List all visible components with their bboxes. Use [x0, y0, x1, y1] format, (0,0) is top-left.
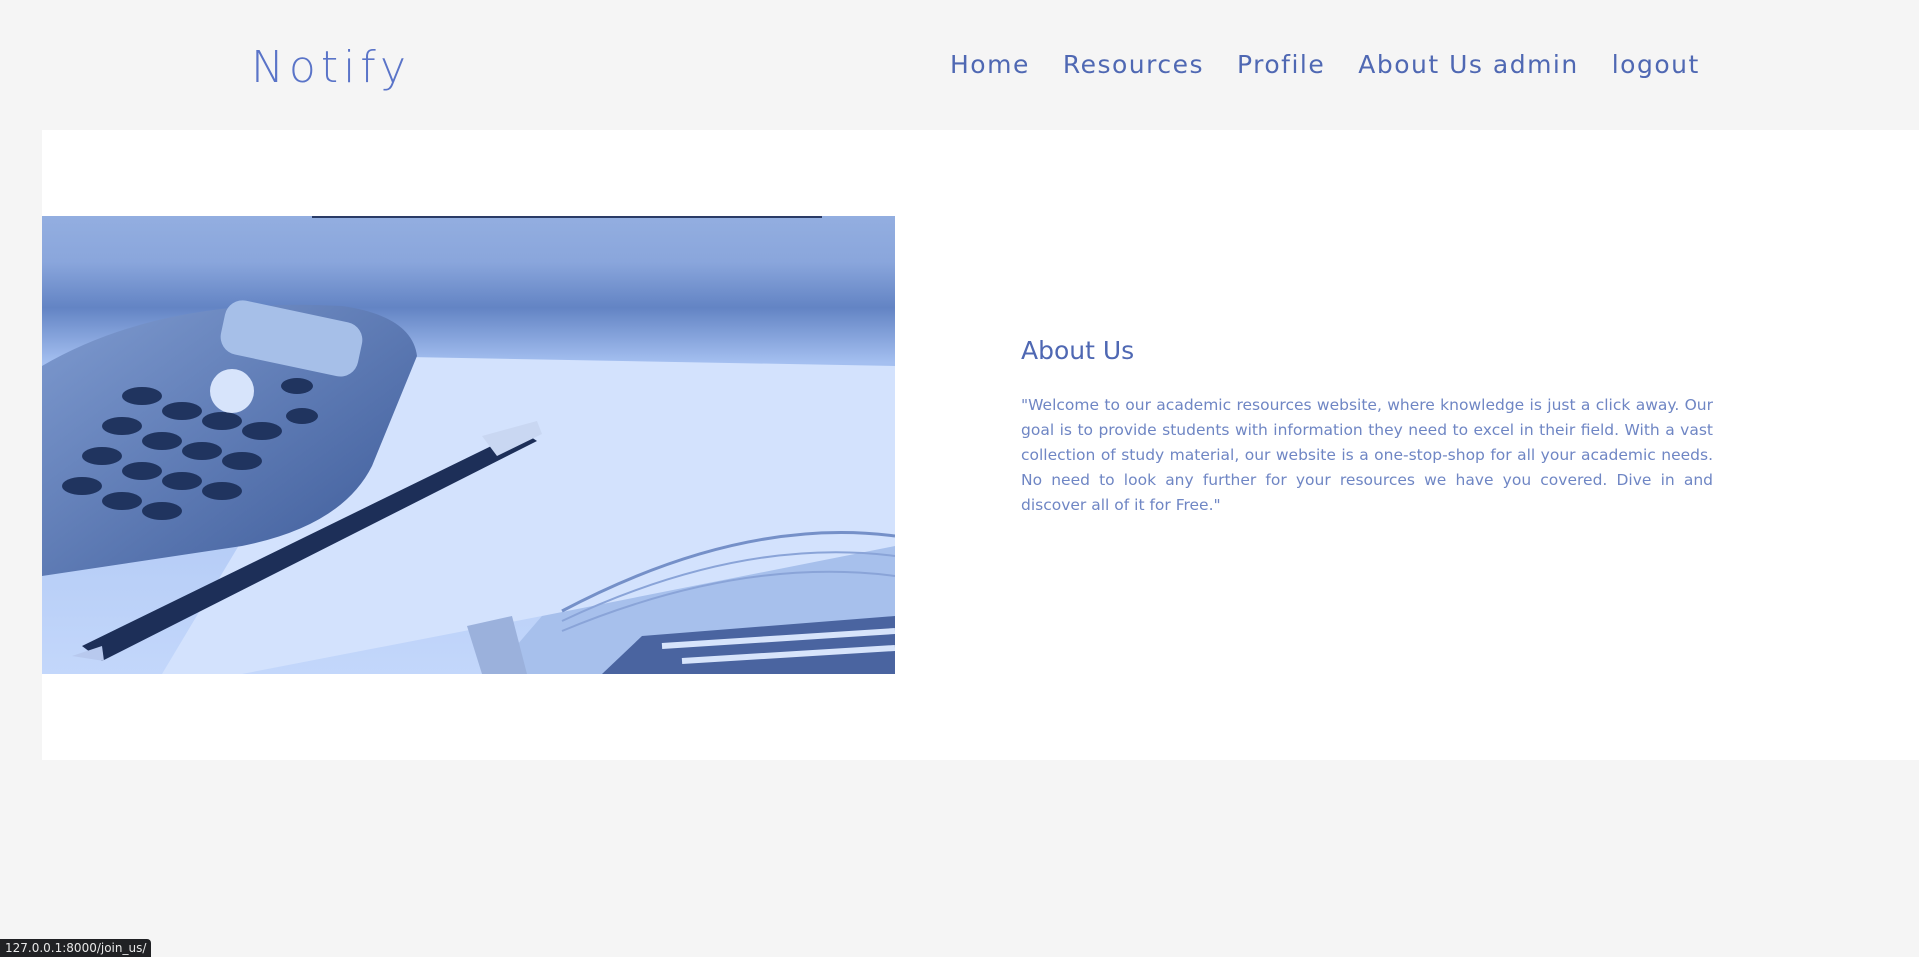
about-title: About Us [1021, 336, 1135, 365]
calculator-pen-notebook-image [42, 216, 895, 674]
page: Notify Home Resources Profile About Us a… [0, 0, 1919, 957]
about-description: "Welcome to our academic resources websi… [1021, 396, 1713, 514]
nav-home[interactable]: Home [950, 48, 1030, 82]
brand-logo[interactable]: Notify [251, 40, 411, 96]
nav-resources[interactable]: Resources [1063, 48, 1204, 82]
nav-logout[interactable]: logout [1612, 48, 1700, 82]
status-bar-url: 127.0.0.1:8000/join_us/ [0, 939, 152, 957]
about-panel: About Us "Welcome to our academic resour… [42, 130, 1919, 760]
nav-profile[interactable]: Profile [1237, 48, 1325, 82]
main-nav: Home Resources Profile About Us admin lo… [950, 48, 1700, 82]
hero-image [42, 216, 895, 674]
about-section: About Us "Welcome to our academic resour… [1021, 335, 1713, 518]
nav-about-us[interactable]: About Us admin [1358, 48, 1578, 82]
